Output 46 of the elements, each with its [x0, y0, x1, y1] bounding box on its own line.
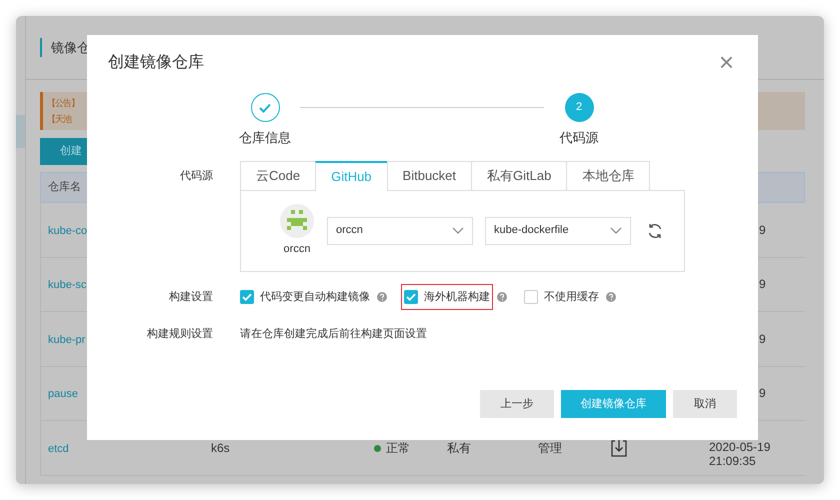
checkbox[interactable]	[404, 290, 418, 304]
notice-text: 【公告】	[47, 97, 79, 110]
step-label: 仓库信息	[239, 129, 291, 147]
notice-text: 【天池	[47, 113, 71, 126]
column-header: 仓库名	[48, 180, 81, 196]
manage-link[interactable]: 管理	[538, 438, 611, 457]
status-text: 正常	[386, 440, 410, 455]
step-indicator: 2	[564, 93, 594, 122]
date-text: 9	[759, 386, 766, 400]
close-button[interactable]: ×	[714, 49, 738, 75]
check-icon	[259, 102, 271, 112]
checkbox-label: 代码变更自动构建镜像	[260, 290, 370, 304]
date-text: 2020-05-19	[709, 440, 772, 454]
date-text: 9	[759, 222, 766, 237]
download-icon[interactable]	[611, 439, 627, 458]
source-tab[interactable]: 本地仓库	[566, 160, 650, 190]
table-cell-text: 私有	[447, 440, 472, 457]
table-cell-text: k6s	[211, 440, 231, 457]
dialog-button[interactable]: 取消	[673, 390, 737, 418]
refresh-icon[interactable]	[647, 222, 663, 238]
checkbox[interactable]	[240, 290, 254, 304]
avatar-icon	[280, 204, 314, 238]
checkbox[interactable]	[524, 290, 538, 304]
select-field[interactable]: kube-dockerfile	[485, 216, 631, 244]
checkbox-label: 海外机器构建	[424, 290, 490, 304]
hint-text: 请在仓库创建完成后前往构建页面设置	[240, 326, 428, 342]
date-text: 9	[759, 332, 766, 346]
field-label: 构建规则设置	[146, 327, 213, 342]
checkbox-label: 不使用缓存	[544, 290, 599, 304]
select-field[interactable]: orccn	[327, 216, 473, 244]
field-label: 代码源	[179, 168, 213, 184]
date-text: 9	[759, 277, 766, 292]
status-dot	[374, 444, 381, 452]
field-label: 构建设置	[168, 290, 213, 304]
step-label: 代码源	[560, 129, 598, 147]
time-text: 21:09:35	[709, 454, 757, 468]
sidebar-item-highlight	[16, 115, 25, 148]
help-icon[interactable]	[606, 292, 616, 302]
caret-icon	[610, 227, 622, 234]
caret-icon	[452, 227, 464, 234]
dialog-title: 创建镜像仓库	[108, 52, 204, 73]
dialog-button[interactable]: 上一步	[480, 390, 554, 418]
help-icon[interactable]	[377, 292, 387, 302]
account-name: orccn	[284, 242, 310, 257]
source-tab[interactable]: 云Code	[240, 160, 316, 190]
help-icon[interactable]	[497, 292, 507, 302]
